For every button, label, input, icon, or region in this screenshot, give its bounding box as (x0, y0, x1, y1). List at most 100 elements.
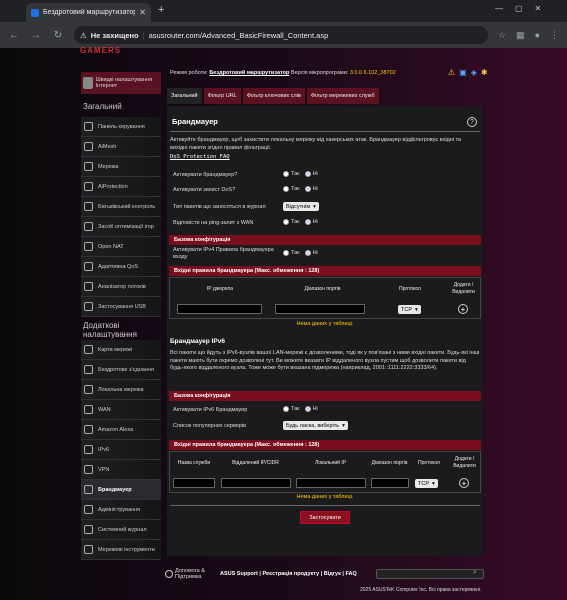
firewall-icon (84, 485, 93, 494)
search-icon[interactable]: ⌕ (473, 569, 477, 577)
radio-yes[interactable]: Так (283, 250, 300, 256)
sidebar-item[interactable]: Мережеві інструменти (81, 540, 161, 560)
dos-enable-row: Активувати захист DoS? Так Ні (173, 186, 318, 193)
operation-mode: Режим роботи: Бездротовий маршрутизатор … (170, 70, 396, 76)
network-status-icon[interactable]: ▣ (459, 68, 467, 77)
dos-faq-link[interactable]: DoS Protection FAQ (170, 154, 230, 160)
tab-keyword-filter[interactable]: Фільтр ключових слів (242, 88, 305, 104)
page-title: Брандмауер (172, 117, 218, 126)
radio-no[interactable]: Ні (304, 406, 318, 412)
browser-tab[interactable]: Бездротовий маршрутизатор A ✕ (26, 3, 151, 22)
radio-no[interactable]: Ні (304, 186, 318, 192)
menu-icon[interactable]: ⋮ (550, 30, 559, 41)
wifi-status-icon[interactable]: ◈ (471, 68, 477, 77)
radio-yes[interactable]: Так (283, 219, 300, 225)
nat-icon (84, 242, 93, 251)
ipv6-icon (84, 445, 93, 454)
forward-icon[interactable]: → (30, 30, 42, 41)
protocol-select[interactable]: TCP ▾ (415, 479, 438, 488)
port-range-input[interactable] (371, 478, 409, 488)
extensions-icon[interactable]: ▦ (516, 30, 525, 41)
new-tab-button[interactable]: + (158, 4, 164, 16)
service-name-input[interactable] (173, 478, 215, 488)
security-warning: Не захищено (90, 30, 139, 40)
sidebar-item[interactable]: AiProtection (81, 177, 161, 197)
radio-no[interactable]: Ні (304, 250, 318, 256)
sidebar-item[interactable]: Мережа (81, 157, 161, 177)
sidebar-item[interactable]: Застосування USB (81, 297, 161, 317)
dashboard-icon (84, 122, 93, 131)
footer-search-input[interactable] (376, 569, 484, 579)
apply-button[interactable]: Застосувати (300, 511, 350, 524)
sidebar-item[interactable]: Панель керування (81, 117, 161, 137)
sidebar-item[interactable]: VPN (81, 460, 161, 480)
profile-icon[interactable]: ● (535, 30, 540, 40)
window-controls: —▢✕ (495, 4, 554, 13)
ipv6-rules-header: Вхідні правила брандмауера (Макс. обмеже… (169, 440, 481, 450)
status-icons: ⚠ ▣ ◈ ✱ (448, 68, 488, 77)
sidebar-item-firewall[interactable]: Брандмауер (81, 480, 161, 500)
sidebar-item[interactable]: Адаптивна QoS (81, 257, 161, 277)
qos-icon (84, 262, 93, 271)
radio-yes[interactable]: Так (283, 186, 300, 192)
remote-ip-input[interactable] (221, 478, 291, 488)
advanced-menu: Карта мережі Бездротове з'єднання Локаль… (81, 340, 161, 560)
warning-icon: ⚠ (80, 30, 87, 40)
tab-service-filter[interactable]: Фільтр мережевих служб (306, 88, 379, 104)
local-ip-input[interactable] (296, 478, 366, 488)
sidebar-item[interactable]: AiMesh (81, 137, 161, 157)
reload-icon[interactable]: ↻ (52, 30, 64, 41)
sidebar-item[interactable]: Системний журнал (81, 520, 161, 540)
parental-icon (84, 202, 93, 211)
back-icon[interactable]: ← (8, 30, 20, 41)
ping-wan-row: Відповісти на ping-запит з WAN Так Ні (173, 219, 318, 226)
add-rule-icon[interactable]: + (459, 478, 469, 488)
wizard-icon (83, 77, 93, 89)
radio-no[interactable]: Ні (304, 219, 318, 225)
address-toolbar: ← → ↻ ⚠ Не захищено | asusrouter.com/Adv… (0, 22, 567, 48)
close-tab-icon[interactable]: ✕ (139, 8, 146, 17)
quick-setup-button[interactable]: Швидкі налаштування Інтернет (81, 72, 161, 94)
address-bar[interactable]: ⚠ Не захищено | asusrouter.com/Advanced_… (74, 26, 488, 44)
usb-status-icon[interactable]: ⚠ (448, 68, 455, 77)
sidebar-item[interactable]: Бездротове з'єднання (81, 360, 161, 380)
firmware-version[interactable]: 3.0.0.6.102_38702 (350, 70, 396, 76)
log-icon (84, 525, 93, 534)
popular-servers-select[interactable]: Будь ласка, виберіть ▾ (283, 421, 348, 430)
sidebar-item[interactable]: WAN (81, 400, 161, 420)
wifi-icon (84, 365, 93, 374)
tab-url-filter[interactable]: Фільтр URL (203, 88, 241, 104)
sidebar-item[interactable]: Карта мережі (81, 340, 161, 360)
tab-general[interactable]: Загальний (167, 88, 202, 104)
ipv4-rules-table: IP джерела Діапазон портів Протокол Дода… (169, 277, 481, 319)
radio-yes[interactable]: Так (283, 171, 300, 177)
log-type-select[interactable]: Відсутнім ▾ (283, 202, 319, 211)
sidebar-item[interactable]: Адміністрування (81, 500, 161, 520)
help-icon[interactable]: ? (467, 117, 477, 127)
port-range-input[interactable] (275, 304, 365, 314)
sidebar-item[interactable]: Open NAT (81, 237, 161, 257)
general-section-title: Загальний (83, 102, 122, 111)
sidebar-item[interactable]: ЗасоК оптимізації ігор (81, 217, 161, 237)
source-ip-input[interactable] (177, 304, 262, 314)
ipv6-title: Брандмауер IPv6 (170, 338, 225, 345)
sidebar-item[interactable]: Локальна мережа (81, 380, 161, 400)
footer-links[interactable]: ASUS Support | Реєстрація продукту | Від… (220, 571, 357, 577)
sidebar-item[interactable]: IPv6 (81, 440, 161, 460)
settings-icon[interactable]: ✱ (481, 68, 488, 77)
mode-link[interactable]: Бездротовий маршрутизатор (209, 70, 289, 76)
sidebar-item[interactable]: Аналізатор потоків (81, 277, 161, 297)
help-support-link[interactable]: Допомога & Підтримка (175, 568, 215, 580)
game-icon (84, 222, 93, 231)
sidebar-item[interactable]: Amazon Alexa (81, 420, 161, 440)
bookmark-icon[interactable]: ☆ (498, 30, 506, 41)
radio-yes[interactable]: Так (283, 406, 300, 412)
protocol-select[interactable]: TCP ▾ (398, 305, 421, 314)
add-rule-icon[interactable]: + (458, 304, 468, 314)
tools-icon (84, 545, 93, 554)
lan-icon (84, 385, 93, 394)
page-tabs: Загальний Фільтр URL Фільтр ключових слі… (167, 88, 379, 104)
radio-no[interactable]: Ні (304, 171, 318, 177)
sidebar-item[interactable]: Батьківський контроль (81, 197, 161, 217)
log-type-row: Тип пакетів що заносяться в журнал Відсу… (173, 202, 473, 212)
